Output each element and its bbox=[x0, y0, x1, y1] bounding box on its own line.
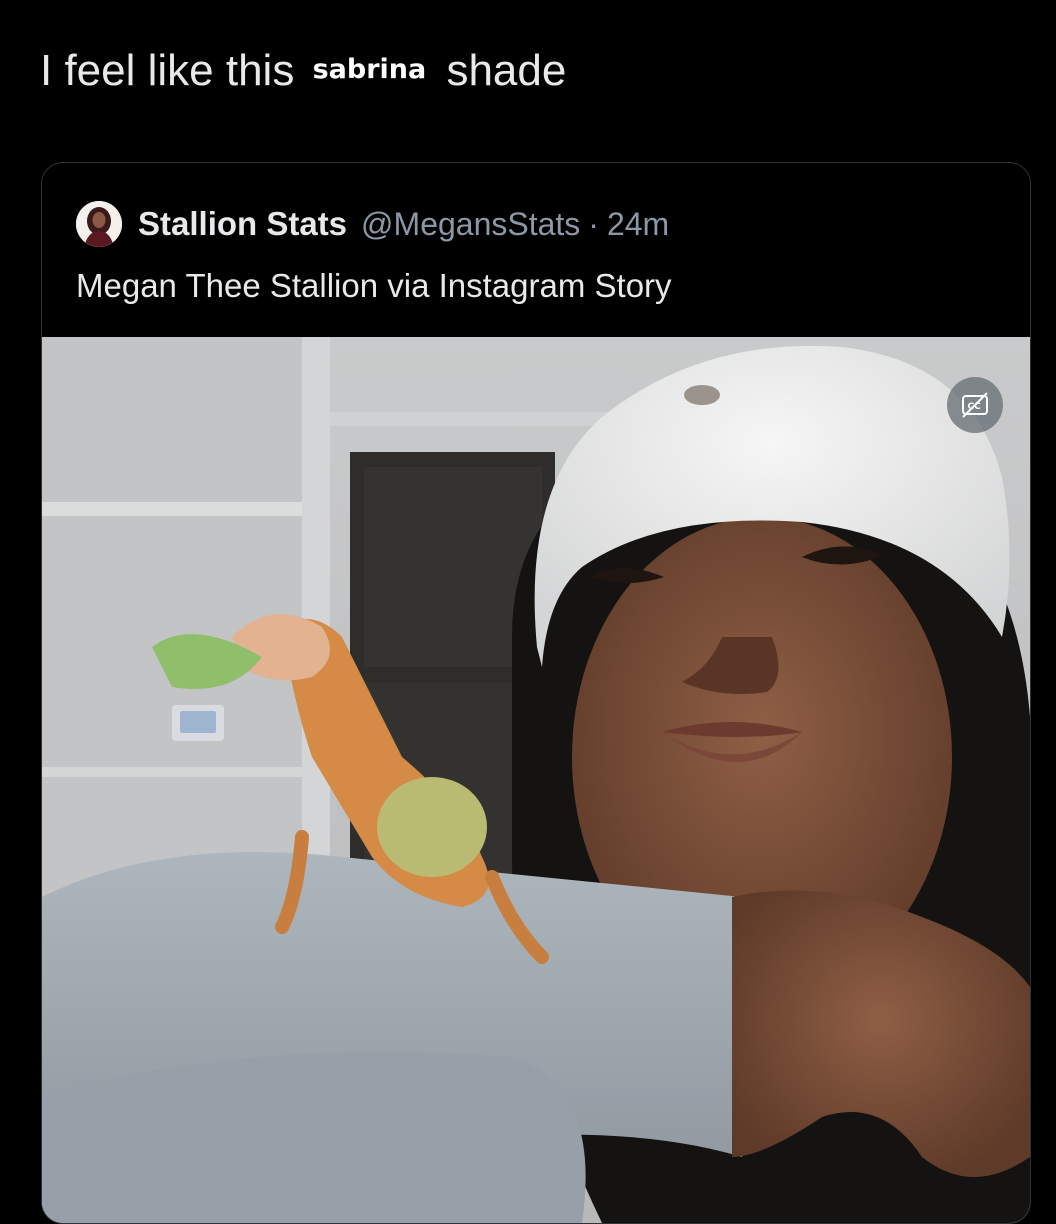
tweet-overlay-word: sabrina bbox=[312, 54, 427, 85]
quoted-tweet-card[interactable]: Stallion Stats @MegansStats · 24m Megan … bbox=[41, 162, 1031, 1224]
quoted-tweet-text: Megan Thee Stallion via Instagram Story bbox=[76, 267, 672, 304]
tweet-text-start: I feel like this bbox=[40, 46, 295, 95]
closed-captions-button[interactable]: CC bbox=[947, 377, 1003, 433]
tweet-text-end: shade bbox=[446, 46, 567, 95]
quoted-handle[interactable]: @MegansStats bbox=[361, 206, 580, 243]
quoted-media[interactable]: CC bbox=[42, 337, 1030, 1223]
media-photo bbox=[42, 337, 1030, 1223]
quoted-tweet-header: Stallion Stats @MegansStats · 24m bbox=[76, 201, 669, 247]
tweet-text: I feel like this sabrina shade bbox=[40, 40, 566, 101]
separator-dot: · bbox=[588, 205, 599, 242]
timestamp[interactable]: 24m bbox=[607, 206, 669, 243]
quoted-display-name[interactable]: Stallion Stats bbox=[138, 205, 347, 243]
avatar[interactable] bbox=[76, 201, 122, 247]
closed-captions-off-icon: CC bbox=[962, 392, 988, 418]
